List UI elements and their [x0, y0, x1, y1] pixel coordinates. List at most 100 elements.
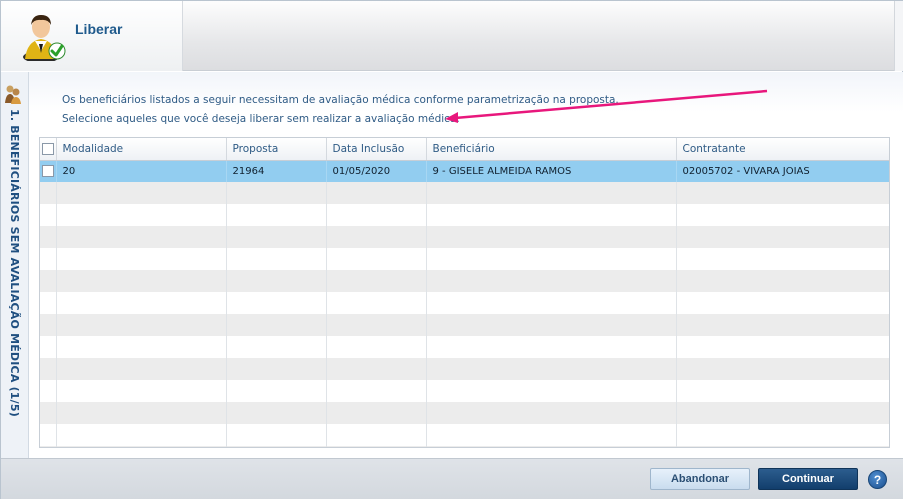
empty-cell [426, 204, 677, 226]
empty-cell [426, 402, 677, 424]
empty-row [40, 380, 889, 402]
empty-cell [40, 182, 57, 204]
empty-cell [426, 446, 677, 447]
empty-cell [426, 336, 677, 358]
empty-cell [226, 314, 327, 336]
empty-cell [676, 336, 889, 358]
empty-row [40, 446, 889, 447]
empty-cell [326, 182, 427, 204]
empty-cell [326, 292, 427, 314]
step-label: 1. BENEFICIÁRIOS SEM AVALIAÇÃO MÉDICA (1… [8, 109, 21, 417]
user-approve-icon [23, 15, 66, 61]
empty-cell [676, 314, 889, 336]
cell-data-inclusao: 01/05/2020 [326, 160, 427, 182]
table-row[interactable]: 20 21964 01/05/2020 9 - GISELE ALMEIDA R… [40, 160, 889, 182]
empty-cell [56, 402, 227, 424]
empty-cell [326, 314, 427, 336]
empty-cell [226, 226, 327, 248]
empty-row [40, 204, 889, 226]
empty-cell [226, 424, 327, 446]
empty-cell [326, 204, 427, 226]
empty-cell [226, 292, 327, 314]
column-header-contratante[interactable]: Contratante [676, 138, 889, 161]
empty-cell [40, 380, 57, 402]
empty-cell [676, 270, 889, 292]
empty-cell [226, 358, 327, 380]
empty-cell [56, 292, 227, 314]
empty-cell [226, 270, 327, 292]
liberar-window: Liberar 1. BENEFICIÁRIOS SEM AVALIAÇÃO M… [0, 0, 903, 499]
empty-cell [426, 226, 677, 248]
grid-header-row: Modalidade Proposta Data Inclusão Benefi… [40, 138, 889, 161]
empty-cell [326, 358, 427, 380]
empty-cell [426, 248, 677, 270]
empty-cell [426, 270, 677, 292]
empty-cell [676, 182, 889, 204]
empty-cell [226, 248, 327, 270]
empty-cell [40, 226, 57, 248]
empty-cell [56, 336, 227, 358]
empty-cell [676, 446, 889, 447]
empty-cell [326, 424, 427, 446]
empty-cell [56, 204, 227, 226]
row-checkbox[interactable] [41, 165, 54, 178]
empty-row [40, 270, 889, 292]
column-header-proposta[interactable]: Proposta [226, 138, 327, 161]
empty-cell [226, 204, 327, 226]
empty-row [40, 248, 889, 270]
empty-cell [40, 402, 57, 424]
empty-cell [676, 424, 889, 446]
empty-cell [56, 446, 227, 447]
cell-modalidade: 20 [56, 160, 227, 182]
empty-cell [226, 182, 327, 204]
empty-row [40, 182, 889, 204]
empty-cell [226, 402, 327, 424]
empty-cell [676, 380, 889, 402]
empty-cell [426, 182, 677, 204]
empty-cell [326, 248, 427, 270]
empty-cell [676, 226, 889, 248]
empty-cell [40, 270, 57, 292]
cell-proposta: 21964 [226, 160, 327, 182]
empty-cell [326, 226, 427, 248]
empty-cell [426, 292, 677, 314]
empty-row [40, 358, 889, 380]
empty-cell [426, 380, 677, 402]
empty-cell [56, 270, 227, 292]
help-icon[interactable]: ? [868, 470, 887, 489]
row-select-cell [40, 160, 57, 182]
abandon-button[interactable]: Abandonar [650, 468, 750, 490]
empty-cell [56, 226, 227, 248]
cell-beneficiario: 9 - GISELE ALMEIDA RAMOS [426, 160, 677, 182]
empty-cell [326, 402, 427, 424]
empty-cell [56, 424, 227, 446]
empty-cell [56, 182, 227, 204]
empty-cell [676, 358, 889, 380]
column-header-beneficiario[interactable]: Beneficiário [426, 138, 677, 161]
header-tab: Liberar [1, 1, 183, 71]
empty-cell [226, 336, 327, 358]
select-all-checkbox[interactable] [41, 142, 54, 155]
empty-cell [40, 248, 57, 270]
empty-cell [326, 270, 427, 292]
column-header-modalidade[interactable]: Modalidade [56, 138, 227, 161]
empty-cell [326, 380, 427, 402]
empty-cell [226, 446, 327, 447]
empty-cell [426, 314, 677, 336]
empty-row [40, 424, 889, 446]
beneficiaries-grid: Modalidade Proposta Data Inclusão Benefi… [39, 137, 890, 448]
empty-cell [326, 446, 427, 447]
header-edge [894, 1, 903, 71]
empty-row [40, 336, 889, 358]
empty-cell [40, 424, 57, 446]
empty-cell [40, 358, 57, 380]
empty-cell [326, 336, 427, 358]
continue-button[interactable]: Continuar [758, 468, 858, 490]
page-title: Liberar [75, 21, 123, 37]
empty-cell [676, 402, 889, 424]
empty-cell [426, 358, 677, 380]
beneficiaries-icon [5, 85, 21, 104]
column-header-data-inclusao[interactable]: Data Inclusão [326, 138, 427, 161]
window-header: Liberar [1, 1, 903, 71]
empty-cell [40, 204, 57, 226]
